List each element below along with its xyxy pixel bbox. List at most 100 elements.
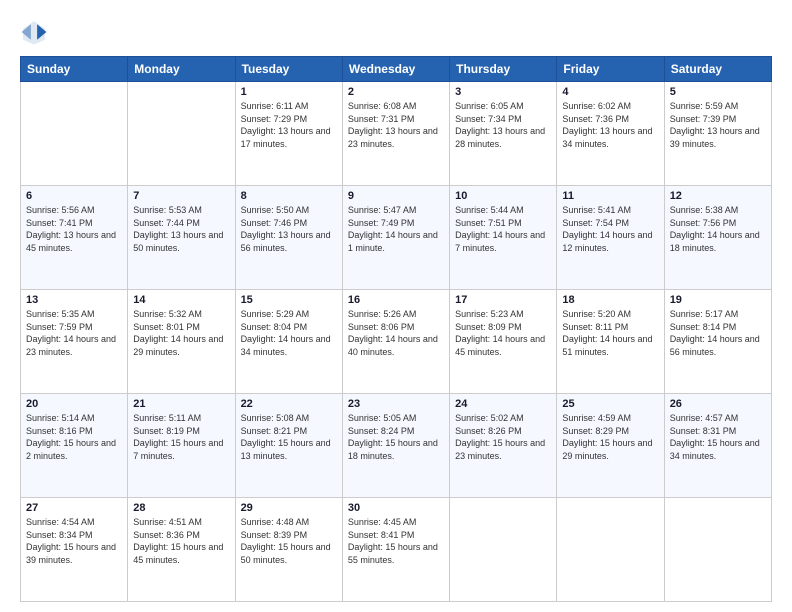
day-info: Sunrise: 6:11 AM Sunset: 7:29 PM Dayligh…	[241, 100, 337, 150]
calendar-cell: 28 Sunrise: 4:51 AM Sunset: 8:36 PM Dayli…	[128, 498, 235, 602]
calendar-cell: 1 Sunrise: 6:11 AM Sunset: 7:29 PM Daylig…	[235, 82, 342, 186]
day-number: 30	[348, 502, 444, 514]
calendar-cell	[557, 498, 664, 602]
day-number: 1	[241, 86, 337, 98]
calendar-cell: 29Sunrise: 4:48 AM Sunset: 8:39 PM Dayli…	[235, 498, 342, 602]
calendar-cell: 3 Sunrise: 6:05 AM Sunset: 7:34 PM Daylig…	[450, 82, 557, 186]
day-number: 4	[562, 86, 658, 98]
day-info: Sunrise: 5:38 AM Sunset: 7:56 PM Dayligh…	[670, 204, 766, 254]
calendar-week-5: 27 Sunrise: 4:54 AM Sunset: 8:34 PM Dayli…	[21, 498, 772, 602]
calendar-cell: 24 Sunrise: 5:02 AM Sunset: 8:26 PM Dayli…	[450, 394, 557, 498]
day-number: 9	[348, 190, 444, 202]
calendar-cell: 15 Sunrise: 5:29 AM Sunset: 8:04 PM Dayli…	[235, 290, 342, 394]
day-number: 25	[562, 398, 658, 410]
calendar-cell	[128, 82, 235, 186]
day-number: 11	[562, 190, 658, 202]
day-number: 15	[241, 294, 337, 306]
day-number: 17	[455, 294, 551, 306]
day-number: 19	[670, 294, 766, 306]
day-header-saturday: Saturday	[664, 57, 771, 82]
day-number: 16	[348, 294, 444, 306]
day-info: Sunrise: 6:05 AM Sunset: 7:34 PM Dayligh…	[455, 100, 551, 150]
calendar-table: SundayMondayTuesdayWednesdayThursdayFrid…	[20, 56, 772, 602]
day-number: 22	[241, 398, 337, 410]
day-info: Sunrise: 5:17 AM Sunset: 8:14 PM Dayligh…	[670, 308, 766, 358]
day-info: Sunrise: 4:45 AM Sunset: 8:41 PM Dayligh…	[348, 516, 444, 566]
day-number: 6	[26, 190, 122, 202]
day-info: Sunrise: 5:08 AM Sunset: 8:21 PM Dayligh…	[241, 412, 337, 462]
calendar-cell: 23Sunrise: 5:05 AM Sunset: 8:24 PM Dayli…	[342, 394, 449, 498]
logo-icon	[20, 18, 48, 46]
header	[20, 18, 772, 46]
day-header-wednesday: Wednesday	[342, 57, 449, 82]
day-number: 3	[455, 86, 551, 98]
calendar-cell: 21 Sunrise: 5:11 AM Sunset: 8:19 PM Dayli…	[128, 394, 235, 498]
calendar-cell	[664, 498, 771, 602]
day-number: 10	[455, 190, 551, 202]
calendar-cell: 25 Sunrise: 4:59 AM Sunset: 8:29 PM Dayli…	[557, 394, 664, 498]
calendar-cell: 6 Sunrise: 5:56 AM Sunset: 7:41 PM Daylig…	[21, 186, 128, 290]
calendar-cell: 18 Sunrise: 5:20 AM Sunset: 8:11 PM Dayli…	[557, 290, 664, 394]
day-header-tuesday: Tuesday	[235, 57, 342, 82]
calendar-cell: 7 Sunrise: 5:53 AM Sunset: 7:44 PM Daylig…	[128, 186, 235, 290]
calendar-cell	[21, 82, 128, 186]
day-info: Sunrise: 4:51 AM Sunset: 8:36 PM Dayligh…	[133, 516, 229, 566]
day-number: 18	[562, 294, 658, 306]
calendar-cell: 26 Sunrise: 4:57 AM Sunset: 8:31 PM Dayli…	[664, 394, 771, 498]
day-info: Sunrise: 5:23 AM Sunset: 8:09 PM Dayligh…	[455, 308, 551, 358]
calendar-cell: 20 Sunrise: 5:14 AM Sunset: 8:16 PM Dayli…	[21, 394, 128, 498]
day-info: Sunrise: 5:05 AM Sunset: 8:24 PM Dayligh…	[348, 412, 444, 462]
calendar-cell: 11 Sunrise: 5:41 AM Sunset: 7:54 PM Dayli…	[557, 186, 664, 290]
day-info: Sunrise: 6:08 AM Sunset: 7:31 PM Dayligh…	[348, 100, 444, 150]
calendar-cell: 2 Sunrise: 6:08 AM Sunset: 7:31 PM Daylig…	[342, 82, 449, 186]
day-info: Sunrise: 4:59 AM Sunset: 8:29 PM Dayligh…	[562, 412, 658, 462]
day-info: Sunrise: 5:47 AM Sunset: 7:49 PM Dayligh…	[348, 204, 444, 254]
day-info: Sunrise: 5:32 AM Sunset: 8:01 PM Dayligh…	[133, 308, 229, 358]
day-info: Sunrise: 5:56 AM Sunset: 7:41 PM Dayligh…	[26, 204, 122, 254]
day-info: Sunrise: 5:59 AM Sunset: 7:39 PM Dayligh…	[670, 100, 766, 150]
day-number: 7	[133, 190, 229, 202]
day-info: Sunrise: 5:53 AM Sunset: 7:44 PM Dayligh…	[133, 204, 229, 254]
calendar-cell: 16 Sunrise: 5:26 AM Sunset: 8:06 PM Dayli…	[342, 290, 449, 394]
day-number: 13	[26, 294, 122, 306]
day-number: 27	[26, 502, 122, 514]
calendar-cell	[450, 498, 557, 602]
day-info: Sunrise: 5:41 AM Sunset: 7:54 PM Dayligh…	[562, 204, 658, 254]
calendar-cell: 17 Sunrise: 5:23 AM Sunset: 8:09 PM Dayli…	[450, 290, 557, 394]
calendar-cell: 30 Sunrise: 4:45 AM Sunset: 8:41 PM Dayli…	[342, 498, 449, 602]
calendar-cell: 27 Sunrise: 4:54 AM Sunset: 8:34 PM Dayli…	[21, 498, 128, 602]
day-info: Sunrise: 5:20 AM Sunset: 8:11 PM Dayligh…	[562, 308, 658, 358]
page: SundayMondayTuesdayWednesdayThursdayFrid…	[0, 0, 792, 612]
calendar-cell: 12 Sunrise: 5:38 AM Sunset: 7:56 PM Dayli…	[664, 186, 771, 290]
day-number: 12	[670, 190, 766, 202]
day-header-monday: Monday	[128, 57, 235, 82]
calendar-header-row: SundayMondayTuesdayWednesdayThursdayFrid…	[21, 57, 772, 82]
day-info: Sunrise: 4:48 AM Sunset: 8:39 PM Dayligh…	[241, 516, 337, 566]
day-number: 2	[348, 86, 444, 98]
day-info: Sunrise: 5:29 AM Sunset: 8:04 PM Dayligh…	[241, 308, 337, 358]
calendar-cell: 9 Sunrise: 5:47 AM Sunset: 7:49 PM Daylig…	[342, 186, 449, 290]
day-info: Sunrise: 5:26 AM Sunset: 8:06 PM Dayligh…	[348, 308, 444, 358]
day-info: Sunrise: 4:54 AM Sunset: 8:34 PM Dayligh…	[26, 516, 122, 566]
day-info: Sunrise: 5:50 AM Sunset: 7:46 PM Dayligh…	[241, 204, 337, 254]
day-number: 26	[670, 398, 766, 410]
calendar-cell: 22 Sunrise: 5:08 AM Sunset: 8:21 PM Dayli…	[235, 394, 342, 498]
calendar-week-3: 13 Sunrise: 5:35 AM Sunset: 7:59 PM Dayli…	[21, 290, 772, 394]
day-info: Sunrise: 5:14 AM Sunset: 8:16 PM Dayligh…	[26, 412, 122, 462]
calendar-cell: 14 Sunrise: 5:32 AM Sunset: 8:01 PM Dayli…	[128, 290, 235, 394]
day-header-thursday: Thursday	[450, 57, 557, 82]
day-info: Sunrise: 5:02 AM Sunset: 8:26 PM Dayligh…	[455, 412, 551, 462]
day-header-sunday: Sunday	[21, 57, 128, 82]
day-info: Sunrise: 4:57 AM Sunset: 8:31 PM Dayligh…	[670, 412, 766, 462]
day-info: Sunrise: 5:11 AM Sunset: 8:19 PM Dayligh…	[133, 412, 229, 462]
day-info: Sunrise: 5:35 AM Sunset: 7:59 PM Dayligh…	[26, 308, 122, 358]
day-number: 28	[133, 502, 229, 514]
day-number: 20	[26, 398, 122, 410]
day-number: 8	[241, 190, 337, 202]
calendar-cell: 19 Sunrise: 5:17 AM Sunset: 8:14 PM Dayli…	[664, 290, 771, 394]
day-info: Sunrise: 6:02 AM Sunset: 7:36 PM Dayligh…	[562, 100, 658, 150]
day-number: 21	[133, 398, 229, 410]
day-number: 14	[133, 294, 229, 306]
day-number: 24	[455, 398, 551, 410]
day-header-friday: Friday	[557, 57, 664, 82]
